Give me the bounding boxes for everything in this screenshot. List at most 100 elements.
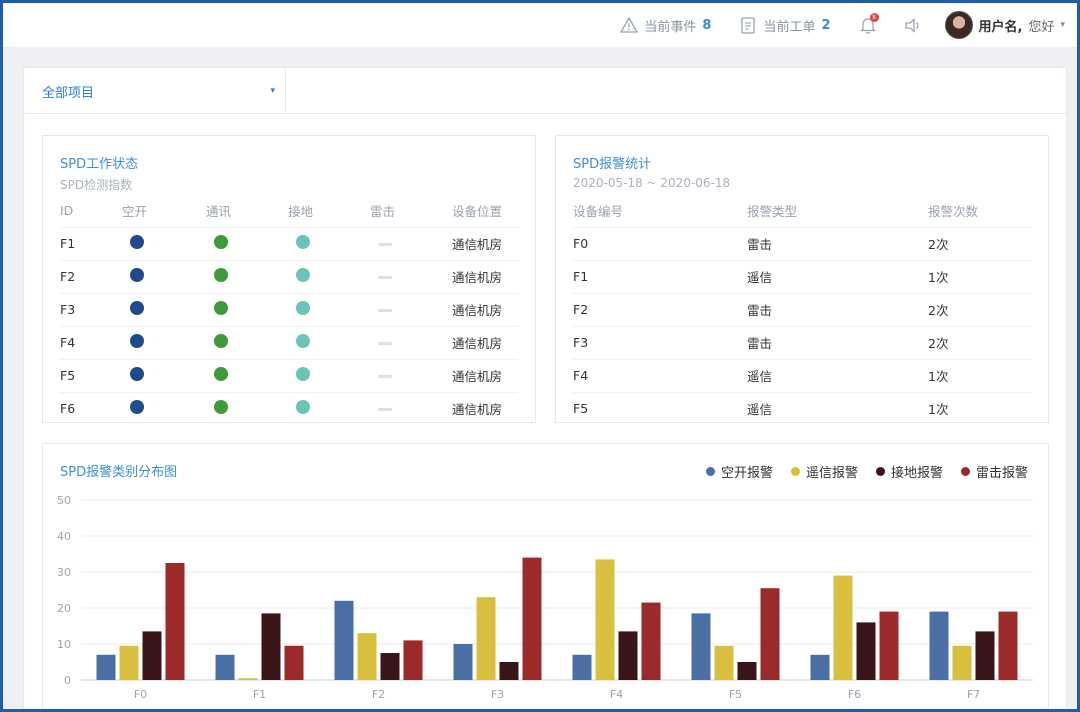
row-id: F2	[60, 259, 122, 293]
bar[interactable]	[261, 613, 281, 680]
bar[interactable]	[618, 631, 638, 680]
bar[interactable]	[96, 654, 116, 680]
spd-status-card: SPD工作状态 SPD检测指数 ID 空开 通讯 接地 雷击 设备位置 F1 通信…	[42, 135, 536, 425]
bar[interactable]	[975, 631, 995, 680]
table-row: F1 遥信 1次	[573, 259, 1031, 293]
bar[interactable]	[714, 645, 734, 680]
current-events[interactable]: 当前事件 8	[620, 16, 711, 35]
status-table: ID 空开 通讯 接地 雷击 设备位置 F1 通信机房 F2 通信机房 F3 通信机房 F4…	[60, 195, 518, 425]
y-tick-label: 0	[64, 674, 71, 687]
lightning-status	[370, 358, 452, 392]
breaker-status-dot	[130, 268, 144, 282]
x-tick-label: F4	[610, 688, 623, 701]
comm-status	[206, 358, 288, 392]
bar[interactable]	[215, 654, 235, 680]
comm-status-dot	[214, 400, 228, 415]
bar[interactable]	[595, 559, 615, 680]
bar[interactable]	[856, 622, 876, 680]
bar[interactable]	[334, 600, 354, 680]
alarm-table: 设备编号 报警类型 报警次数 F0 雷击 2次 F1 遥信 1次 F2 雷击 2次 F3 雷击 2次 F…	[573, 195, 1031, 425]
greeting: 您好	[1028, 19, 1055, 35]
breaker-status	[122, 292, 206, 326]
bar[interactable]	[522, 557, 542, 680]
bar[interactable]	[476, 597, 496, 680]
ground-status	[288, 292, 370, 326]
breaker-status-dot	[130, 235, 144, 249]
device-location: 通信机房	[452, 292, 518, 326]
column-header: 雷击	[370, 204, 396, 220]
lightning-status	[370, 325, 452, 359]
row-id: F6	[60, 391, 122, 425]
breaker-status-dot	[130, 400, 144, 415]
column-header: ID	[60, 203, 74, 219]
alarm-type: 雷击	[747, 292, 928, 326]
bar[interactable]	[284, 645, 304, 680]
alarm-count: 2次	[928, 292, 1031, 326]
column-header: 报警次数	[928, 204, 979, 220]
breaker-status	[122, 259, 206, 293]
project-select[interactable]: 全部项目 ▾	[24, 68, 286, 114]
bar[interactable]	[403, 640, 423, 680]
ground-status	[288, 325, 370, 359]
bar[interactable]	[810, 654, 830, 680]
username: 用户名,	[978, 19, 1023, 35]
ground-status-dot	[296, 301, 310, 315]
bar[interactable]	[499, 662, 519, 680]
table-row: F0 雷击 2次	[573, 226, 1031, 260]
x-tick-label: F0	[134, 688, 147, 701]
bar[interactable]	[142, 631, 162, 680]
alarm-type: 遥信	[747, 358, 928, 392]
device-location: 通信机房	[452, 226, 518, 260]
table-row: F6 通信机房	[60, 391, 518, 425]
device-id: F5	[573, 391, 747, 425]
row-id: F4	[60, 325, 122, 359]
warning-icon	[620, 16, 639, 34]
bar[interactable]	[572, 654, 592, 680]
y-tick-label: 20	[57, 602, 71, 615]
notifications-button[interactable]: 8	[859, 13, 879, 34]
breaker-status-dot	[130, 367, 144, 381]
bar[interactable]	[879, 611, 899, 680]
main-panel: 全部项目 ▾ SPD工作状态 SPD检测指数 ID 空开 通讯 接地 雷击 设备…	[23, 67, 1068, 709]
device-location: 通信机房	[452, 358, 518, 392]
current-workorders[interactable]: 当前工单 2	[739, 16, 831, 35]
bar[interactable]	[737, 662, 757, 680]
bar[interactable]	[760, 588, 780, 680]
lightning-status-dash	[378, 408, 392, 412]
comm-status	[206, 292, 288, 326]
bar[interactable]	[165, 563, 185, 680]
lightning-status	[370, 259, 452, 293]
ground-status-dot	[296, 235, 310, 249]
lightning-status	[370, 292, 452, 326]
bar[interactable]	[833, 575, 853, 680]
card-title: SPD工作状态	[60, 157, 139, 172]
bar[interactable]	[380, 653, 400, 680]
current-workorders-label: 当前工单	[763, 19, 816, 35]
y-tick-label: 30	[57, 566, 71, 579]
bar[interactable]	[238, 678, 258, 680]
project-select-value: 全部项目	[42, 85, 95, 101]
card-title: SPD报警统计	[573, 157, 652, 172]
y-tick-label: 40	[57, 530, 71, 543]
device-location: 通信机房	[452, 325, 518, 359]
comm-status	[206, 226, 288, 260]
bar[interactable]	[929, 611, 949, 680]
x-tick-label: F2	[372, 688, 385, 701]
breaker-status	[122, 325, 206, 359]
bar[interactable]	[691, 613, 711, 680]
device-id: F0	[573, 226, 747, 260]
sound-button[interactable]	[905, 16, 923, 34]
user-menu[interactable]: 用户名, 您好 ▾	[944, 11, 1065, 39]
document-icon	[739, 16, 757, 34]
bar[interactable]	[952, 645, 972, 680]
bar[interactable]	[641, 602, 661, 680]
bar[interactable]	[453, 644, 473, 680]
bar[interactable]	[119, 645, 139, 680]
alarm-count: 1次	[928, 391, 1031, 425]
table-row: F2 通信机房	[60, 259, 518, 293]
bar[interactable]	[357, 633, 377, 680]
alarm-type: 遥信	[747, 259, 928, 293]
breaker-status-dot	[130, 301, 144, 315]
column-header: 接地	[288, 204, 314, 220]
bar[interactable]	[998, 611, 1018, 680]
